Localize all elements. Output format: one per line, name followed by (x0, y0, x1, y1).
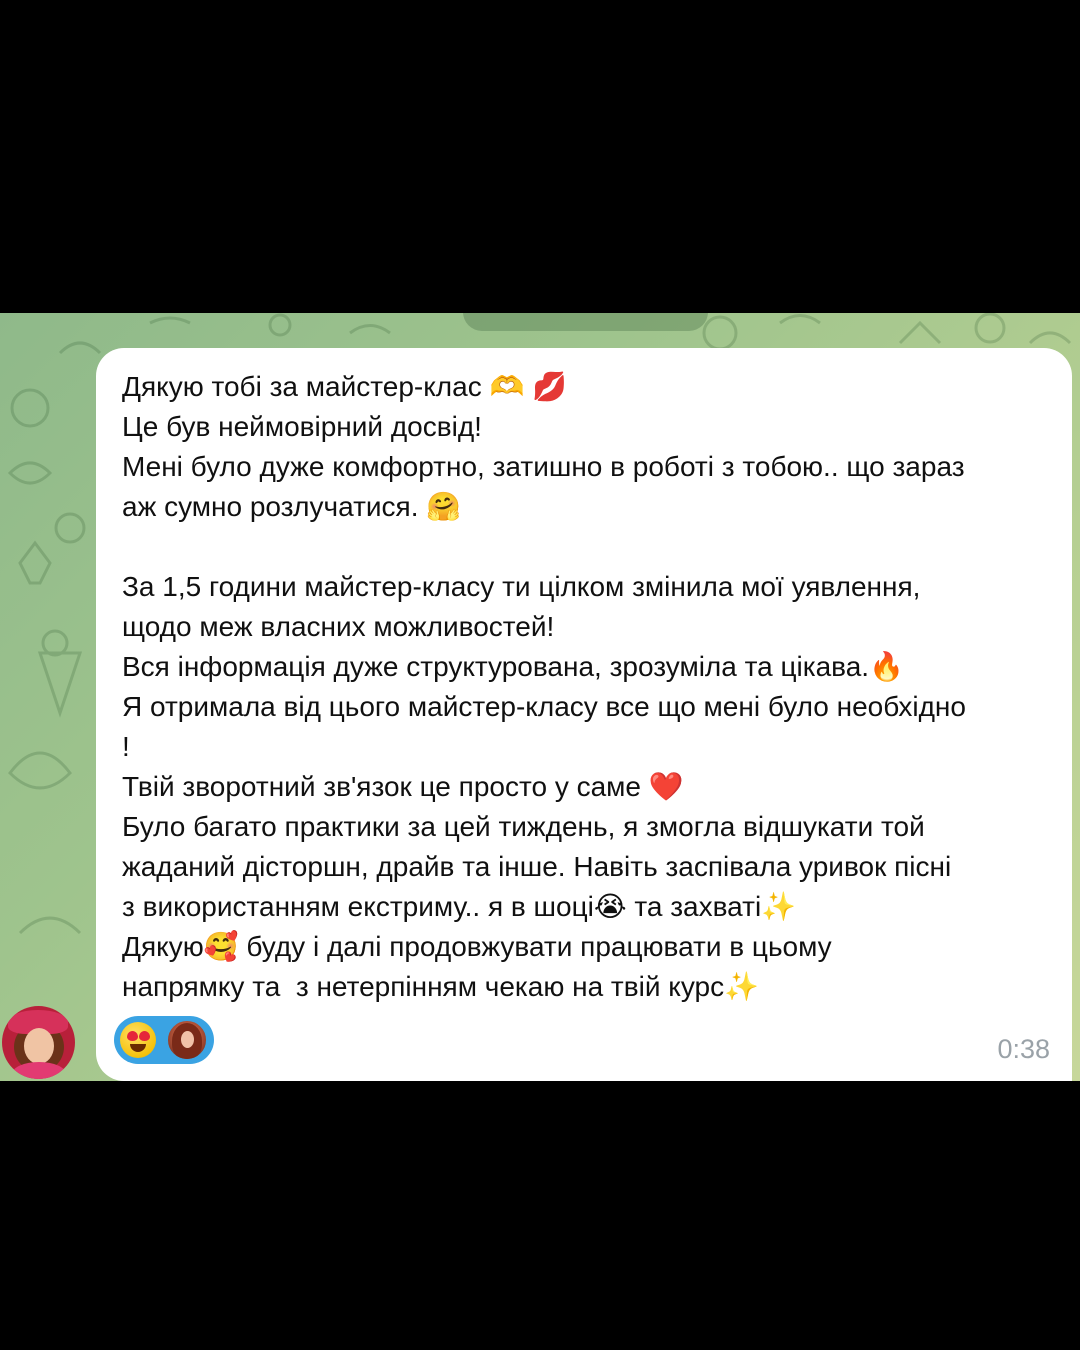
sender-avatar[interactable] (2, 1006, 75, 1079)
date-pill (463, 313, 708, 331)
message-line: Мені було дуже комфортно, затишно в робо… (122, 451, 965, 482)
message-line: Дякую🥰 буду і далі продовжувати працюват… (122, 931, 832, 962)
message-line: щодо меж власних можливостей! (122, 611, 555, 642)
message-line: За 1,5 години майстер-класу ти цілком зм… (122, 571, 921, 602)
message-text: Дякую тобі за майстер-клас 🫶 💋 Це був не… (122, 367, 1052, 1007)
message-line: Було багато практики за цей тиждень, я з… (122, 811, 925, 842)
message-line: жаданий дісторшн, драйв та інше. Навіть … (122, 851, 952, 882)
message-line: ! (122, 731, 130, 762)
message-line: аж сумно розлучатися. 🤗 (122, 491, 462, 522)
message-line: напрямку та з нетерпінням чекаю на твій … (122, 971, 759, 1002)
message-line: з використанням екстриму.. я в шоці😭 та … (122, 891, 797, 922)
message-line: Вся інформація дуже структурована, зрозу… (122, 651, 904, 682)
message-line: Твій зворотний зв'язок це просто у саме … (122, 771, 684, 802)
message-line: Це був неймовірний досвід! (122, 411, 482, 442)
screenshot-frame: Дякую тобі за майстер-клас 🫶 💋 Це був не… (0, 0, 1080, 1350)
message-timestamp: 0:38 (997, 1034, 1050, 1064)
reactor-avatar (166, 1019, 208, 1061)
message-line: Дякую тобі за майстер-клас 🫶 💋 (122, 371, 567, 402)
message-line: Я отримала від цього майстер-класу все щ… (122, 691, 966, 722)
reaction-chip[interactable] (114, 1016, 214, 1064)
heart-eyes-emoji-icon (120, 1022, 156, 1058)
message-bubble[interactable]: Дякую тобі за майстер-клас 🫶 💋 Це був не… (96, 348, 1072, 1081)
chat-area[interactable]: Дякую тобі за майстер-клас 🫶 💋 Це був не… (0, 313, 1080, 1081)
